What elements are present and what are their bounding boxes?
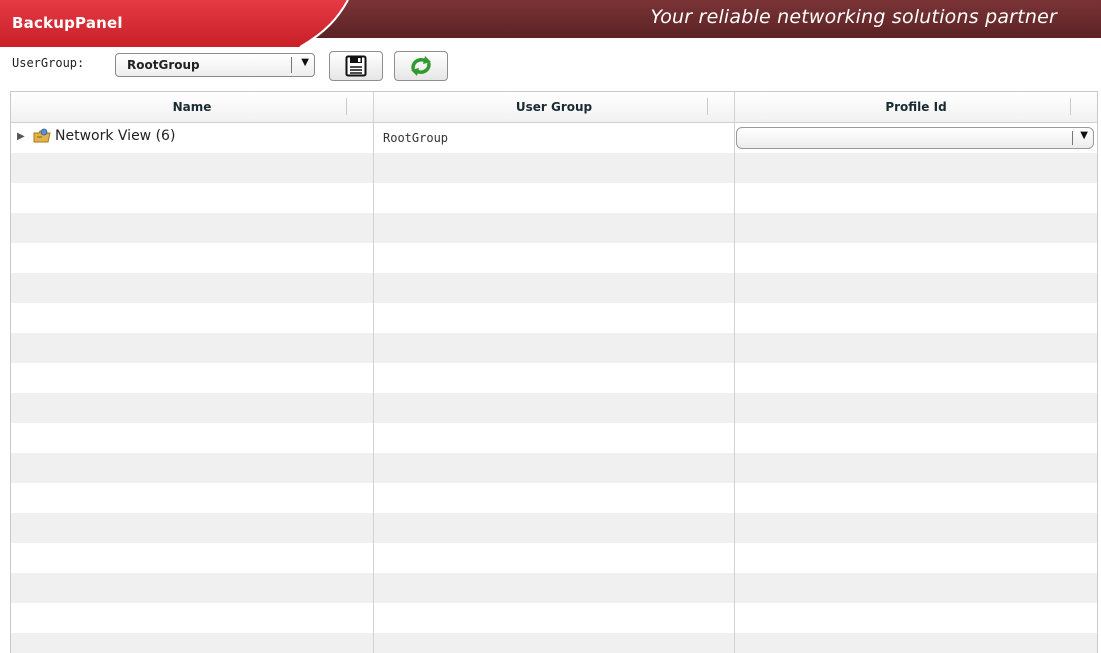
chevron-down-icon: ▼ bbox=[1080, 130, 1088, 141]
profile-id-select[interactable]: ▼ bbox=[736, 127, 1094, 149]
empty-row bbox=[11, 183, 1097, 213]
empty-row bbox=[11, 303, 1097, 333]
column-header-user-group[interactable]: User Group bbox=[374, 92, 734, 122]
column-resize-handle[interactable] bbox=[707, 98, 708, 115]
empty-row bbox=[11, 453, 1097, 483]
save-button[interactable] bbox=[329, 51, 383, 81]
floppy-disk-icon bbox=[345, 55, 367, 77]
select-divider bbox=[291, 57, 292, 73]
network-view-label: Network View (6) bbox=[55, 128, 176, 144]
empty-row bbox=[11, 543, 1097, 573]
column-header-name[interactable]: Name bbox=[11, 92, 373, 122]
refresh-icon bbox=[411, 56, 431, 76]
empty-row bbox=[11, 273, 1097, 303]
empty-row bbox=[11, 363, 1097, 393]
backup-grid: Name User Group Profile Id ▶ Network Vie… bbox=[10, 91, 1098, 653]
column-resize-handle[interactable] bbox=[346, 98, 347, 115]
column-header-user-group-label: User Group bbox=[515, 100, 593, 114]
empty-row bbox=[11, 393, 1097, 423]
empty-row bbox=[11, 423, 1097, 453]
column-header-profile-id-label: Profile Id bbox=[885, 100, 947, 114]
user-group-cell: RootGroup bbox=[383, 131, 449, 145]
empty-row bbox=[11, 213, 1097, 243]
refresh-button[interactable] bbox=[394, 51, 448, 81]
column-resize-handle[interactable] bbox=[1070, 98, 1071, 115]
grid-header: Name User Group Profile Id bbox=[11, 92, 1097, 123]
empty-row bbox=[11, 483, 1097, 513]
column-header-name-label: Name bbox=[172, 100, 212, 114]
usergroup-select-value: RootGroup bbox=[127, 58, 200, 72]
empty-row bbox=[11, 243, 1097, 273]
column-divider bbox=[734, 92, 735, 653]
tagline: Your reliable networking solutions partn… bbox=[650, 6, 1057, 28]
usergroup-select[interactable]: RootGroup ▼ bbox=[115, 53, 315, 77]
empty-row bbox=[11, 573, 1097, 603]
empty-row bbox=[11, 153, 1097, 183]
empty-row bbox=[11, 333, 1097, 363]
header-banner: BackupPanel Your reliable networking sol… bbox=[0, 0, 1101, 47]
column-header-profile-id[interactable]: Profile Id bbox=[735, 92, 1097, 122]
empty-row bbox=[11, 603, 1097, 633]
empty-row bbox=[11, 633, 1097, 653]
triangle-right-icon[interactable]: ▶ bbox=[17, 131, 29, 142]
name-cell: ▶ Network View (6) bbox=[17, 128, 175, 144]
network-folder-icon bbox=[33, 128, 51, 143]
table-row[interactable]: ▶ Network View (6) RootGroup ▼ bbox=[11, 123, 1097, 153]
usergroup-label: UserGroup: bbox=[12, 56, 85, 70]
select-divider bbox=[1072, 131, 1073, 145]
column-divider bbox=[373, 92, 374, 653]
empty-row bbox=[11, 513, 1097, 543]
app-title: BackupPanel bbox=[12, 14, 123, 32]
chevron-down-icon: ▼ bbox=[301, 57, 309, 68]
